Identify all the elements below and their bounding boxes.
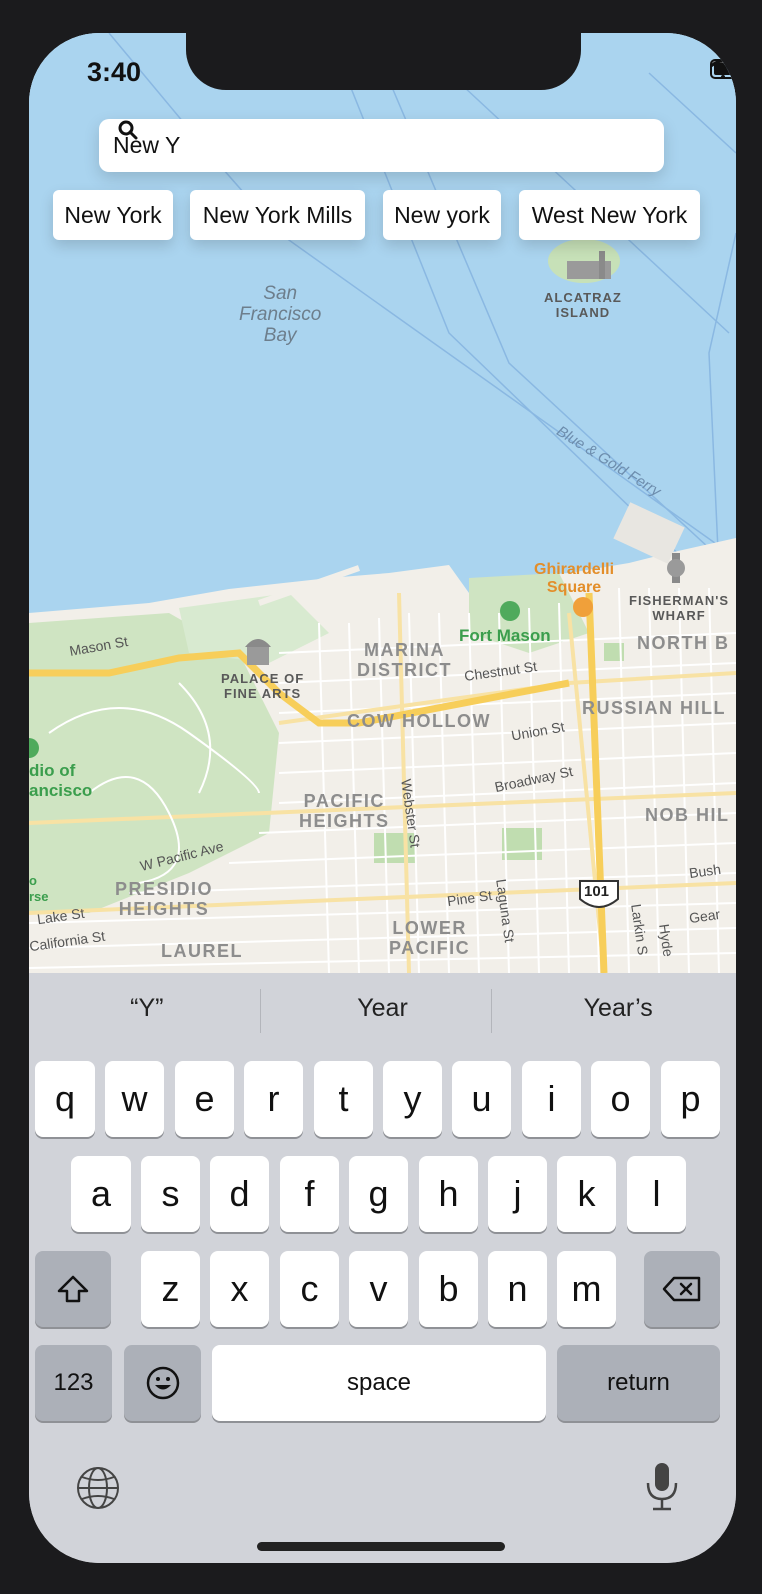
key-i[interactable]: i	[522, 1061, 581, 1137]
chip-new-york-lower[interactable]: New york	[383, 190, 501, 240]
palace-of-fine-arts-label: PALACE OF FINE ARTS	[221, 671, 305, 701]
key-y[interactable]: y	[383, 1061, 442, 1137]
partial-label: o rse	[29, 873, 49, 904]
presidio-label: dio of ancisco	[29, 761, 93, 800]
key-w[interactable]: w	[105, 1061, 164, 1137]
key-d[interactable]: d	[210, 1156, 269, 1232]
space-key[interactable]: space	[212, 1345, 546, 1421]
fishermans-wharf-label: FISHERMAN'S WHARF	[629, 593, 730, 623]
predictive-bar: “Y” Year Year’s	[29, 973, 736, 1043]
north-beach-label: NORTH B	[637, 633, 730, 653]
search-icon	[118, 120, 138, 140]
ghirardelli-label: Ghirardelli Square	[534, 561, 615, 596]
emoji-icon	[146, 1366, 179, 1400]
marina-district-label: MARINA DISTRICT	[357, 640, 452, 680]
microphone-icon[interactable]	[644, 1461, 680, 1513]
prediction-divider	[491, 989, 492, 1033]
keyboard: “Y” Year Year’s q w e r t y u i o p a s …	[29, 973, 736, 1563]
prediction-divider	[260, 989, 261, 1033]
key-x[interactable]: x	[210, 1251, 269, 1327]
key-p[interactable]: p	[661, 1061, 720, 1137]
battery-icon	[710, 59, 736, 79]
delete-key[interactable]	[644, 1251, 720, 1327]
key-j[interactable]: j	[488, 1156, 547, 1232]
phone-screen: San Francisco Bay ALCATRAZ ISLAND Blue &…	[29, 33, 736, 1563]
key-m[interactable]: m	[557, 1251, 616, 1327]
chip-new-york[interactable]: New York	[53, 190, 173, 240]
key-e[interactable]: e	[175, 1061, 234, 1137]
key-u[interactable]: u	[452, 1061, 511, 1137]
chip-west-new-york[interactable]: West New York	[519, 190, 700, 240]
key-o[interactable]: o	[591, 1061, 650, 1137]
cow-hollow-label: COW HOLLOW	[347, 711, 491, 731]
lower-pacific-label: LOWER PACIFIC	[389, 918, 471, 958]
key-z[interactable]: z	[141, 1251, 200, 1327]
globe-icon[interactable]	[75, 1465, 121, 1511]
key-s[interactable]: s	[141, 1156, 200, 1232]
prediction-years[interactable]: Year’s	[500, 973, 736, 1043]
prediction-quoted[interactable]: “Y”	[29, 973, 265, 1043]
emoji-key[interactable]	[124, 1345, 201, 1421]
key-c[interactable]: c	[280, 1251, 339, 1327]
russian-hill-label: RUSSIAN HILL	[582, 698, 726, 718]
chip-new-york-mills[interactable]: New York Mills	[190, 190, 365, 240]
prediction-year[interactable]: Year	[265, 973, 501, 1043]
key-q[interactable]: q	[35, 1061, 95, 1137]
fort-mason-label: Fort Mason	[459, 626, 551, 645]
shift-key[interactable]	[35, 1251, 111, 1327]
search-bar[interactable]: New Y	[99, 119, 664, 172]
map-graphics	[29, 33, 736, 973]
device-notch	[186, 33, 581, 90]
key-t[interactable]: t	[314, 1061, 373, 1137]
shift-icon	[57, 1275, 89, 1303]
numbers-key[interactable]: 123	[35, 1345, 112, 1421]
key-l[interactable]: l	[627, 1156, 686, 1232]
return-key[interactable]: return	[557, 1345, 720, 1421]
pacific-heights-label: PACIFIC HEIGHTS	[299, 791, 390, 831]
delete-icon	[662, 1276, 701, 1302]
key-k[interactable]: k	[557, 1156, 616, 1232]
key-h[interactable]: h	[419, 1156, 478, 1232]
key-v[interactable]: v	[349, 1251, 408, 1327]
key-a[interactable]: a	[71, 1156, 131, 1232]
key-f[interactable]: f	[280, 1156, 339, 1232]
presidio-heights-label: PRESIDIO HEIGHTS	[115, 879, 214, 919]
map-view[interactable]: San Francisco Bay ALCATRAZ ISLAND Blue &…	[29, 33, 736, 973]
key-n[interactable]: n	[488, 1251, 547, 1327]
status-time: 3:40	[87, 57, 142, 87]
laurel-label: LAUREL	[161, 941, 243, 961]
highway-101-shield: 101	[584, 883, 610, 900]
alcatraz-label: ALCATRAZ ISLAND	[544, 290, 622, 320]
home-indicator[interactable]	[257, 1542, 505, 1551]
key-g[interactable]: g	[349, 1156, 408, 1232]
key-b[interactable]: b	[419, 1251, 478, 1327]
key-r[interactable]: r	[244, 1061, 303, 1137]
nob-hill-label: NOB HIL	[645, 805, 730, 825]
bay-label: San Francisco Bay	[239, 283, 322, 346]
